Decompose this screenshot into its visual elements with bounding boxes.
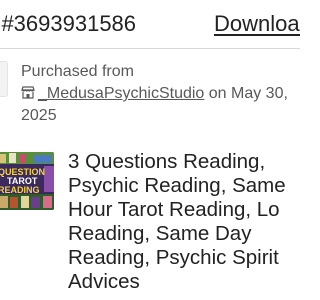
purchase-date: on May 30, bbox=[204, 85, 288, 102]
shop-avatar[interactable] bbox=[0, 61, 8, 97]
tarot-reading-image: QUESTION TAROT READING bbox=[0, 152, 54, 210]
download-link[interactable]: Download bbox=[214, 11, 300, 37]
purchase-info: Purchased from _MedusaPsychicStudio on M… bbox=[0, 49, 300, 135]
thumb-text-3: READING bbox=[0, 185, 40, 195]
shop-line: _MedusaPsychicStudio on May 30, bbox=[21, 85, 288, 103]
order-number: r #3693931586 bbox=[0, 11, 137, 36]
shop-icon bbox=[21, 86, 35, 99]
shop-name-link[interactable]: _MedusaPsychicStudio bbox=[38, 85, 204, 102]
product-thumbnail[interactable]: QUESTION TAROT READING bbox=[0, 152, 54, 210]
product-title[interactable]: 3 Questions Reading, Psychic Reading, Sa… bbox=[68, 150, 300, 294]
purchased-from-label: Purchased from bbox=[21, 63, 134, 80]
order-page: r #3693931586 Download Purchased from _M… bbox=[0, 0, 300, 300]
order-header: r #3693931586 Download bbox=[0, 0, 300, 50]
purchase-year: 2025 bbox=[21, 107, 57, 124]
